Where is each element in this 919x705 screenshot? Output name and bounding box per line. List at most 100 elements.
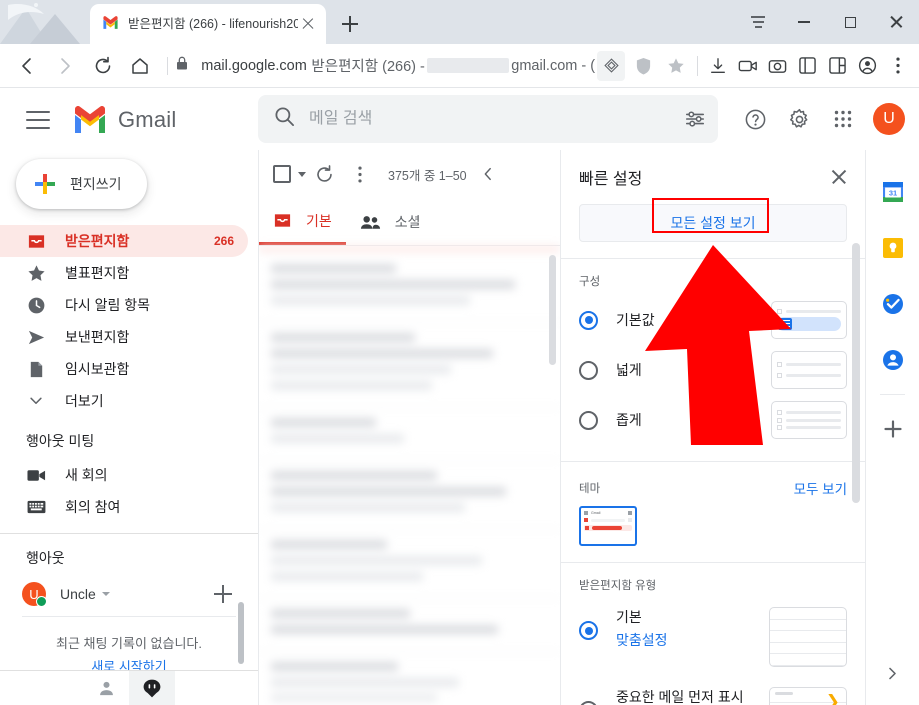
- calendar-icon[interactable]: 31: [866, 164, 919, 220]
- gmail-logo[interactable]: Gmail: [72, 106, 176, 133]
- inbox-type-option-important-first[interactable]: 중요한 메일 먼저 표시 ❯: [561, 679, 865, 705]
- hangouts-avatar: U: [22, 582, 47, 607]
- quick-settings-scrollbar[interactable]: [852, 243, 860, 503]
- hangouts-add-icon[interactable]: [214, 585, 232, 603]
- sidebar-item-snoozed[interactable]: 다시 알림 항목: [0, 289, 248, 321]
- sidebar-item-label: 더보기: [65, 393, 104, 409]
- sidebar-item-inbox[interactable]: 받은편지함 266: [0, 225, 248, 257]
- sidebar-item-label: 별표편지함: [65, 265, 130, 281]
- reload-icon[interactable]: [86, 48, 120, 84]
- chevron-down-icon[interactable]: [101, 592, 110, 596]
- download-icon[interactable]: [703, 49, 733, 83]
- right-rail-expand-icon[interactable]: [866, 657, 919, 689]
- window-close-button[interactable]: [873, 0, 919, 44]
- select-all-chevron-down-icon[interactable]: [298, 171, 306, 177]
- density-option-compact[interactable]: 좁게: [561, 395, 865, 445]
- refresh-icon[interactable]: [306, 156, 342, 192]
- list-item[interactable]: [259, 652, 560, 701]
- list-item[interactable]: [259, 530, 560, 599]
- profile-icon[interactable]: [853, 49, 883, 83]
- window-minimize-button[interactable]: [781, 0, 827, 44]
- contacts-icon[interactable]: [83, 671, 129, 705]
- list-item[interactable]: [259, 323, 560, 408]
- tune-icon[interactable]: [672, 95, 718, 143]
- inbox-icon: [273, 211, 292, 230]
- list-item[interactable]: [259, 461, 560, 530]
- radio-icon[interactable]: [579, 310, 598, 330]
- mail-list-blurred-content[interactable]: [259, 246, 560, 701]
- density-option-default[interactable]: 기본값: [561, 295, 865, 345]
- redacted-email: [426, 58, 510, 73]
- list-item[interactable]: [259, 408, 560, 461]
- avatar[interactable]: U: [873, 103, 905, 135]
- hangouts-user-row[interactable]: U Uncle: [0, 576, 258, 612]
- sidebar-item-more[interactable]: 더보기: [0, 385, 248, 417]
- home-icon[interactable]: [123, 48, 157, 84]
- window-maximize-button[interactable]: [827, 0, 873, 44]
- address-tail: gmail.com - (: [511, 57, 596, 74]
- right-rail: 31: [866, 150, 919, 705]
- tasks-icon[interactable]: [866, 276, 919, 332]
- apps-grid-icon[interactable]: [821, 97, 865, 141]
- right-rail-add-icon[interactable]: [866, 401, 919, 457]
- browser-tab[interactable]: 받은편지함 (266) - lifenourish20: [90, 4, 326, 44]
- inbox-type-option-label: 중요한 메일 먼저 표시: [616, 689, 744, 705]
- contacts-icon[interactable]: [866, 332, 919, 388]
- sidebar-item-sent[interactable]: 보낸편지함: [0, 321, 248, 353]
- select-all-checkbox[interactable]: [273, 165, 291, 183]
- compose-button[interactable]: 편지쓰기: [16, 159, 147, 209]
- split-icon[interactable]: [823, 49, 853, 83]
- chevron-left-icon[interactable]: [473, 159, 503, 189]
- tab-primary[interactable]: 기본: [259, 199, 346, 245]
- tab-close-icon[interactable]: [298, 14, 318, 34]
- camera-icon[interactable]: [763, 49, 793, 83]
- list-item[interactable]: [259, 599, 560, 652]
- svg-text:31: 31: [888, 189, 896, 198]
- gmail-wordmark: Gmail: [118, 106, 177, 132]
- back-arrow-icon[interactable]: [10, 48, 44, 84]
- search-bar[interactable]: [258, 95, 718, 143]
- diamond-icon[interactable]: [597, 50, 626, 81]
- tab-social[interactable]: 소셜: [346, 199, 435, 245]
- inbox-type-option-default[interactable]: 기본 맞춤설정: [561, 599, 865, 675]
- sidebar-item-starred[interactable]: 별표편지함: [0, 257, 248, 289]
- address-bar[interactable]: mail.google.com 받은편지함 (266) - gmail.com …: [176, 51, 595, 81]
- sidebar-bottom-tabs: [0, 670, 258, 705]
- sidebar-scrollbar[interactable]: [238, 602, 244, 664]
- toolbar-divider: [167, 56, 169, 75]
- browser-list-icon[interactable]: [735, 0, 781, 44]
- video-icon[interactable]: [733, 49, 763, 83]
- address-host: mail.google.com: [201, 57, 307, 74]
- sidebar-item-new-meeting[interactable]: 새 회의: [0, 459, 248, 491]
- plus-icon: [34, 173, 56, 195]
- sidebar-item-join-meeting[interactable]: 회의 참여: [0, 491, 248, 523]
- new-tab-button[interactable]: [338, 12, 362, 36]
- close-icon[interactable]: [827, 165, 851, 189]
- theme-view-all-link[interactable]: 모두 보기: [794, 478, 847, 498]
- mail-list-scrollbar[interactable]: [549, 255, 556, 365]
- tab-label: 기본: [306, 212, 332, 229]
- theme-thumbnail[interactable]: Gmail: [579, 506, 637, 546]
- radio-icon[interactable]: [579, 360, 598, 380]
- more-vertical-icon[interactable]: [342, 156, 378, 192]
- density-option-comfortable[interactable]: 넓게: [561, 345, 865, 395]
- shield-icon[interactable]: [629, 51, 657, 81]
- star-icon[interactable]: [661, 51, 689, 81]
- hangouts-start-link[interactable]: 새로 시작하기: [0, 656, 258, 670]
- sidepanel-icon[interactable]: [793, 49, 823, 83]
- keep-icon[interactable]: [866, 220, 919, 276]
- send-icon: [26, 327, 46, 347]
- list-item[interactable]: [259, 246, 560, 323]
- radio-icon[interactable]: [579, 621, 598, 640]
- sidebar-item-drafts[interactable]: 임시보관함: [0, 353, 248, 385]
- search-input[interactable]: [309, 110, 672, 128]
- inbox-type-customize-link[interactable]: 맞춤설정: [616, 630, 769, 650]
- radio-icon[interactable]: [579, 410, 598, 430]
- radio-icon[interactable]: [579, 701, 598, 705]
- browser-more-icon[interactable]: [883, 49, 913, 83]
- all-settings-button[interactable]: 모든 설정 보기: [579, 204, 847, 242]
- chat-icon[interactable]: [129, 671, 175, 705]
- gear-icon[interactable]: [777, 97, 821, 141]
- help-icon[interactable]: [733, 97, 777, 141]
- hamburger-icon[interactable]: [26, 110, 50, 129]
